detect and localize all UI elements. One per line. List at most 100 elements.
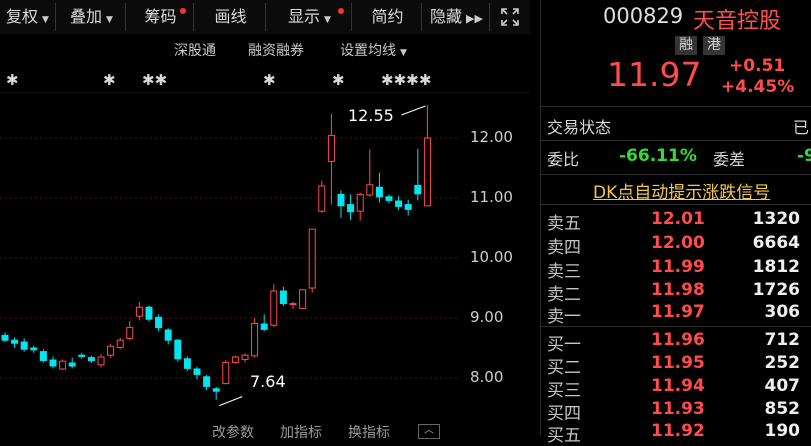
- candle[interactable]: [327, 113, 335, 205]
- event-star-icon[interactable]: ✱✱: [142, 71, 167, 89]
- candle[interactable]: [126, 321, 134, 341]
- collapse-button[interactable]: ︿: [418, 424, 440, 439]
- draw-line-label: 画线: [214, 7, 247, 26]
- candle[interactable]: [203, 375, 211, 390]
- candle[interactable]: [260, 314, 268, 332]
- candle[interactable]: [404, 199, 412, 216]
- overlay-button[interactable]: 叠加 ▼: [58, 3, 126, 31]
- candle[interactable]: [183, 356, 191, 371]
- candle[interactable]: [30, 345, 38, 353]
- bid-row-4[interactable]: 买四 11.93 852: [541, 399, 811, 424]
- candle[interactable]: [97, 354, 105, 368]
- draw-line-button[interactable]: 画线: [196, 3, 266, 31]
- candle[interactable]: [1, 332, 9, 342]
- candle[interactable]: [366, 149, 374, 197]
- candle-body: [193, 368, 201, 375]
- chips-button[interactable]: 筹码: [128, 3, 194, 31]
- ask-row-3[interactable]: 卖三 11.99 1812: [541, 257, 811, 282]
- bid-row-2[interactable]: 买二 11.95 252: [541, 353, 811, 378]
- event-star-icon[interactable]: ✱: [263, 71, 276, 89]
- event-star-icon[interactable]: ✱: [332, 71, 345, 89]
- ask-label: 卖一: [547, 307, 581, 327]
- candle-body: [270, 290, 278, 326]
- edit-params-button[interactable]: 改参数: [212, 422, 254, 442]
- bid-volume: 252: [764, 353, 801, 373]
- candle[interactable]: [337, 190, 345, 218]
- candle[interactable]: [299, 289, 307, 309]
- hide-button[interactable]: 隐藏 ▶▶: [424, 3, 490, 31]
- event-star-icon[interactable]: ✱: [419, 71, 432, 89]
- candle[interactable]: [318, 180, 326, 213]
- candle[interactable]: [308, 228, 316, 293]
- chevron-up-icon: ︿: [424, 425, 434, 436]
- candle-body: [356, 193, 364, 212]
- bid-row-5[interactable]: 买五 11.92 190: [541, 421, 811, 446]
- high-annotation-arrow: [401, 105, 426, 116]
- ask-row-5[interactable]: 卖五 12.01 1320: [541, 209, 811, 234]
- candle[interactable]: [231, 355, 239, 364]
- candle-body: [241, 354, 249, 360]
- candle[interactable]: [423, 105, 431, 207]
- candle[interactable]: [20, 338, 28, 352]
- bid-price: 11.93: [651, 399, 705, 419]
- candle[interactable]: [251, 318, 259, 358]
- candle[interactable]: [279, 286, 287, 306]
- kline-chart[interactable]: [0, 92, 530, 414]
- ask-row-2[interactable]: 卖二 11.98 1726: [541, 280, 811, 305]
- candle[interactable]: [289, 301, 297, 309]
- candle[interactable]: [11, 337, 19, 348]
- candle-body: [279, 290, 287, 305]
- candle[interactable]: [270, 284, 278, 327]
- candle[interactable]: [241, 353, 249, 363]
- bid-label: 买三: [547, 381, 581, 401]
- restore-rights-button[interactable]: 复权 ▼: [0, 3, 56, 31]
- dk-signal-link[interactable]: DK点自动提示涨跌信号: [593, 178, 770, 203]
- trade-status-label: 交易状态: [547, 118, 612, 137]
- candle[interactable]: [87, 355, 95, 363]
- fullscreen-button[interactable]: [492, 3, 528, 31]
- candle[interactable]: [145, 306, 153, 322]
- candle[interactable]: [39, 349, 47, 363]
- ask-row-1[interactable]: 卖一 11.97 306: [541, 302, 811, 327]
- candle-body: [116, 339, 124, 348]
- bid-label: 买一: [547, 335, 581, 355]
- bid-row-1[interactable]: 买一 11.96 712: [541, 330, 811, 355]
- candle[interactable]: [385, 194, 393, 204]
- ask-label: 卖四: [547, 238, 581, 258]
- candle[interactable]: [222, 360, 230, 385]
- switch-indicator-button[interactable]: 换指标: [348, 422, 390, 442]
- candle[interactable]: [414, 148, 422, 201]
- candle[interactable]: [164, 328, 172, 345]
- candle-body: [212, 388, 220, 392]
- candle[interactable]: [116, 337, 124, 350]
- candle[interactable]: [356, 192, 364, 221]
- candle[interactable]: [68, 357, 76, 369]
- event-star-icon[interactable]: ✱: [103, 71, 116, 89]
- candle[interactable]: [78, 352, 86, 359]
- candle-body: [327, 135, 335, 162]
- bid-row-3[interactable]: 买三 11.94 407: [541, 376, 811, 401]
- order-ratio-label: 委比: [547, 150, 580, 169]
- candle[interactable]: [212, 387, 220, 400]
- candle[interactable]: [174, 339, 182, 362]
- candle-body: [203, 376, 211, 387]
- candle[interactable]: [49, 356, 57, 369]
- event-star-icon[interactable]: ✱: [6, 71, 19, 89]
- event-star-icon[interactable]: ✱✱✱: [381, 71, 419, 89]
- ma-settings-button[interactable]: 设置均线 ▼: [340, 40, 407, 60]
- low-price-annotation: 7.64: [250, 372, 286, 391]
- ma-settings-label: 设置均线: [340, 43, 396, 59]
- candle[interactable]: [347, 194, 355, 221]
- add-indicator-button[interactable]: 加指标: [280, 422, 322, 442]
- candle[interactable]: [155, 314, 163, 332]
- bid-label: 买二: [547, 358, 581, 378]
- ask-row-4[interactable]: 卖四 12.00 6664: [541, 233, 811, 258]
- margin-trading-link[interactable]: 融资融券: [248, 40, 304, 60]
- candle[interactable]: [193, 366, 201, 380]
- shenzhen-connect-link[interactable]: 深股通: [174, 40, 216, 60]
- candle-body: [231, 356, 239, 363]
- candle[interactable]: [59, 359, 67, 371]
- candle[interactable]: [107, 343, 115, 358]
- display-button[interactable]: 显示 ▼: [268, 3, 352, 31]
- simple-button[interactable]: 简约: [354, 3, 422, 31]
